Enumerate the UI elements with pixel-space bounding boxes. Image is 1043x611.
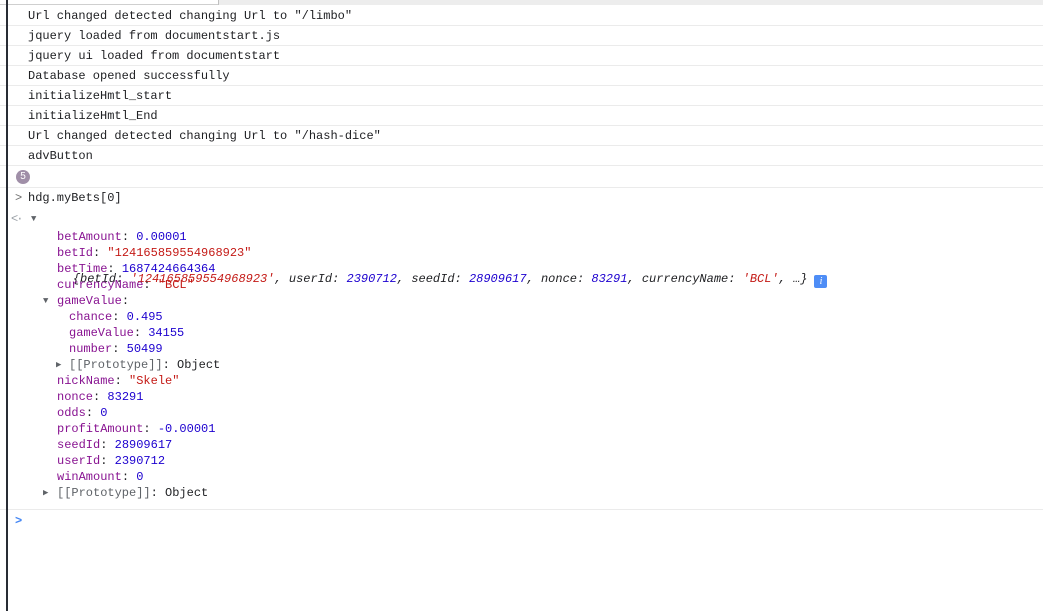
tree-row: gameValue34155	[0, 325, 1043, 341]
expand-arrow-icon[interactable]	[56, 357, 61, 373]
tree-row: userId2390712	[0, 453, 1043, 469]
console-log-row: jquery ui loaded from documentstart	[0, 46, 1043, 66]
console-message-list: Url changed detected changing Url to "/l…	[0, 6, 1043, 531]
console-log-row: jquery loaded from documentstart.js	[0, 26, 1043, 46]
console-count-row: 5	[0, 166, 1043, 188]
tree-row: number50499	[0, 341, 1043, 357]
console-log-row: Url changed detected changing Url to "/l…	[0, 6, 1043, 26]
result-arrow-icon	[11, 209, 21, 229]
console-command-row: hdg.myBets[0]	[0, 188, 1043, 209]
console-log-row: initializeHmtl_End	[0, 106, 1043, 126]
console-result-row: {betId'124165859554968923'userId2390712s…	[0, 209, 1043, 229]
tree-row: betTime1687424664364	[0, 261, 1043, 277]
tree-row: nickName"Skele"	[0, 373, 1043, 389]
panel-left-divider	[6, 0, 8, 611]
console-log-row: initializeHmtl_start	[0, 86, 1043, 106]
expand-arrow-icon[interactable]	[43, 293, 48, 309]
toolbar-bottom-edge-right	[218, 0, 1043, 5]
tree-row: odds0	[0, 405, 1043, 421]
devtools-console-panel: { "colors": { "key_purple": "#881391", "…	[0, 0, 1043, 611]
tree-row: currencyName"BCL"	[0, 277, 1043, 293]
object-tree: betAmount0.00001 betId"12416585955496892…	[0, 229, 1043, 501]
tree-row: betAmount0.00001	[0, 229, 1043, 245]
tree-row: gameValue	[0, 293, 1043, 309]
console-log-row: advButton	[0, 146, 1043, 166]
prompt-chevron-icon	[15, 510, 22, 532]
tree-row: winAmount0	[0, 469, 1043, 485]
expand-arrow-icon[interactable]	[31, 209, 36, 229]
tree-row-prototype: [[Prototype]]Object	[0, 357, 1043, 373]
command-chevron-icon	[15, 188, 22, 209]
tree-row: nonce83291	[0, 389, 1043, 405]
console-input[interactable]	[0, 509, 1043, 531]
tree-row: profitAmount-0.00001	[0, 421, 1043, 437]
tree-row: chance0.495	[0, 309, 1043, 325]
command-text: hdg.myBets[0]	[28, 191, 122, 205]
toolbar-bottom-edge	[0, 0, 1043, 5]
console-log-row: Url changed detected changing Url to "/h…	[0, 126, 1043, 146]
console-log-row: Database opened successfully	[0, 66, 1043, 86]
tree-row: seedId28909617	[0, 437, 1043, 453]
tree-row: betId"124165859554968923"	[0, 245, 1043, 261]
tree-row-prototype: [[Prototype]]Object	[0, 485, 1043, 501]
expand-arrow-icon[interactable]	[43, 485, 48, 501]
message-count-badge: 5	[16, 170, 30, 184]
